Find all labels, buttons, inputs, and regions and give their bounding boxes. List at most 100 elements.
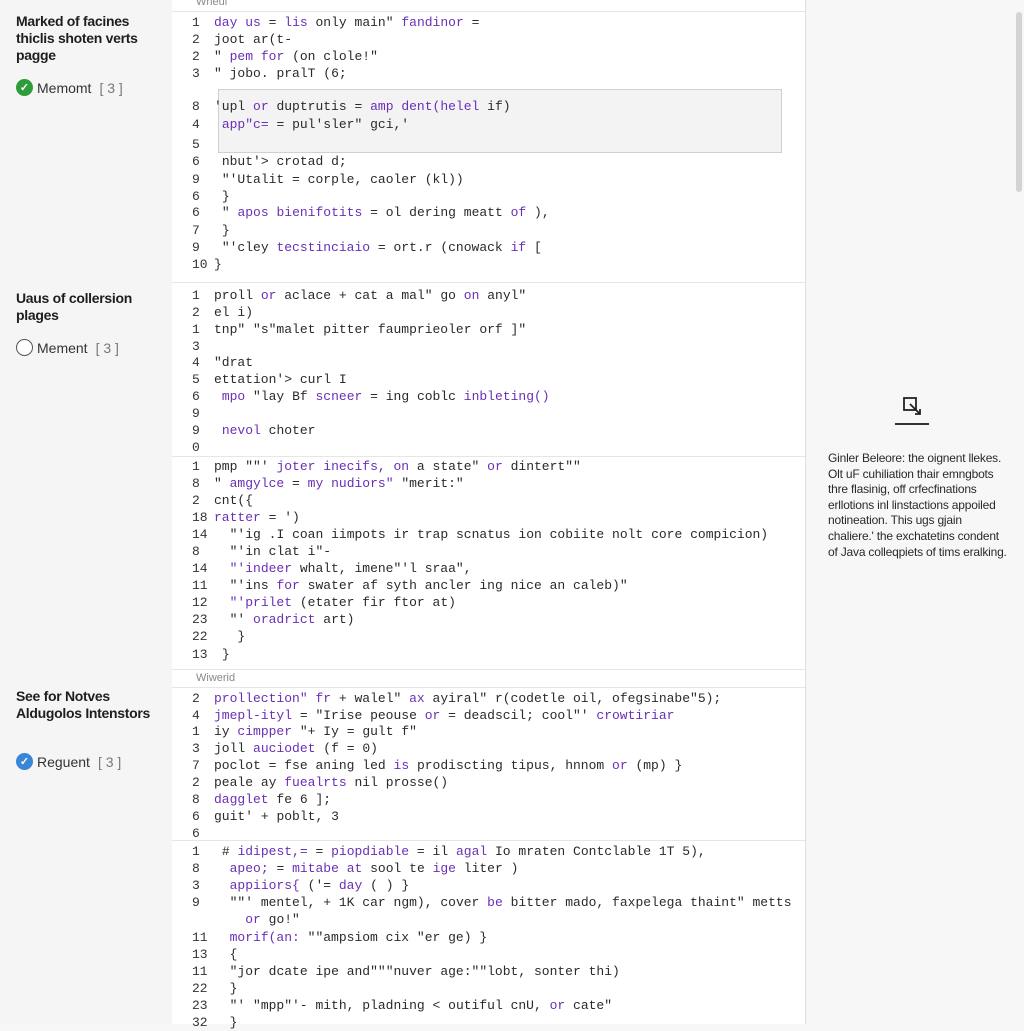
- code-text: 'upl or duptrutis = amp dent(helel if): [214, 99, 511, 114]
- code-text: "'indeer whalt, imene"'l sraa",: [229, 561, 472, 576]
- line-number: 1: [192, 724, 200, 739]
- line-number: 9: [192, 895, 200, 910]
- line-number: 8: [192, 99, 200, 114]
- divider: [172, 840, 805, 841]
- status-count: [ 3 ]: [99, 79, 123, 96]
- code-text: day us = lis only main" fandinor =: [214, 15, 480, 30]
- code-text: " jobo. pralT (6;: [214, 66, 347, 81]
- code-text: "' "mpp"'- mith, pladning < outiful cnU,…: [229, 998, 613, 1013]
- line-number: 1: [192, 844, 200, 859]
- status-mement[interactable]: Mement [ 3 ]: [16, 339, 119, 356]
- line-number: 22: [192, 629, 208, 644]
- line-number: 22: [192, 981, 208, 996]
- code-text: app"c= = pul'sler" gci,': [221, 117, 410, 132]
- divider: [172, 11, 805, 12]
- line-number: 8: [192, 544, 200, 559]
- line-number: 1: [192, 15, 200, 30]
- line-number: 1: [192, 322, 200, 337]
- line-number: 13: [192, 647, 208, 662]
- code-text: prollection" fr + walel" ax ayiral" r(co…: [214, 691, 722, 706]
- edit-icon-svg: [903, 397, 921, 415]
- line-number: 8: [192, 861, 200, 876]
- code-text: ratter = '): [214, 510, 300, 525]
- code-text: {: [229, 947, 238, 962]
- code-text: "'cley tecstinciaio = ort.r (cnowack if …: [221, 240, 542, 255]
- line-number: 11: [192, 964, 208, 979]
- status-label: Mement: [37, 339, 88, 356]
- line-number: 6: [192, 389, 200, 404]
- code-text: }: [221, 223, 230, 238]
- code-text: "'in clat i"-: [229, 544, 332, 559]
- block-label: Wheui: [196, 0, 228, 8]
- line-number: 1: [192, 288, 200, 303]
- code-text: morif(an: ""ampsiom cix "er ge) }: [229, 930, 488, 945]
- code-text: }: [221, 189, 230, 204]
- status-reguent[interactable]: ✓ Reguent [ 3 ]: [16, 753, 121, 770]
- line-number: 9: [192, 172, 200, 187]
- line-number: 7: [192, 223, 200, 238]
- code-text: joll auciodet (f = 0): [214, 741, 378, 756]
- line-number: 23: [192, 998, 208, 1013]
- line-number: 6: [192, 826, 200, 841]
- line-number: 6: [192, 154, 200, 169]
- code-text: cnt({: [214, 493, 254, 508]
- line-number: 2: [192, 775, 200, 790]
- line-number: 6: [192, 189, 200, 204]
- line-number: 23: [192, 612, 208, 627]
- line-number: 5: [192, 137, 200, 152]
- check-circle-icon: ✓: [16, 79, 33, 96]
- code-text: nbut'> crotad d;: [221, 154, 347, 169]
- empty-circle-icon: [16, 339, 33, 356]
- code-text: "'prilet (etater fir ftor at): [229, 595, 456, 610]
- line-number: 3: [192, 878, 200, 893]
- sidebar: Marked of facines thiclis shoten verts p…: [0, 0, 173, 1024]
- scrollbar[interactable]: [1016, 12, 1022, 192]
- status-count: [ 3 ]: [95, 339, 119, 356]
- line-number: 9: [192, 406, 200, 421]
- line-number: 7: [192, 758, 200, 773]
- status-memomt[interactable]: ✓ Memomt [ 3 ]: [16, 79, 123, 96]
- code-text: peale ay fuealrts nil prosse(): [214, 775, 449, 790]
- line-number: 4: [192, 355, 200, 370]
- code-text: el i): [214, 305, 254, 320]
- line-number: 2: [192, 32, 200, 47]
- divider: [172, 687, 805, 688]
- code-text: " amgylce = my nudiors" "merit:": [214, 476, 464, 491]
- divider: [172, 456, 805, 457]
- code-text: jmepl-ityl = "Irise peouse or = deadscil…: [214, 708, 675, 723]
- line-number: 6: [192, 809, 200, 824]
- code-text: appiiors{ ('= day ( ) }: [229, 878, 410, 893]
- line-number: 8: [192, 792, 200, 807]
- code-text: "' oradrict art): [229, 612, 355, 627]
- line-number: 2: [192, 49, 200, 64]
- code-text: tnp" "s"malet pitter faumprieoler orf ]": [214, 322, 527, 337]
- line-number: 14: [192, 561, 208, 576]
- line-number: 18: [192, 510, 208, 525]
- code-text: "'Utalit = corple, caoler (kl)): [221, 172, 464, 187]
- code-text: joot ar(t-: [214, 32, 293, 47]
- edit-icon[interactable]: [899, 394, 925, 418]
- code-text: "drat: [214, 355, 254, 370]
- status-label: Memomt: [37, 79, 92, 96]
- code-text: mpo "lay Bf scneer = ing coblc inbleting…: [221, 389, 550, 404]
- code-panel[interactable]: Wheui Wiwerid 1 day us = lis only main" f…: [172, 0, 806, 1030]
- line-number: 12: [192, 595, 208, 610]
- divider: [172, 282, 805, 283]
- line-number: 2: [192, 691, 200, 706]
- status-label: Reguent: [37, 753, 90, 770]
- line-number: 32: [192, 1015, 208, 1030]
- code-text: poclot = fse aning led is prodiscting ti…: [214, 758, 683, 773]
- line-number: 6: [192, 205, 200, 220]
- code-text: }: [221, 647, 230, 662]
- line-number: 3: [192, 741, 200, 756]
- line-number: 11: [192, 578, 208, 593]
- code-text: }: [229, 1015, 238, 1030]
- line-number: 13: [192, 947, 208, 962]
- code-text: guit' + poblt, 3: [214, 809, 339, 824]
- code-text: pmp ""' joter inecifs, on a state" or di…: [214, 459, 581, 474]
- code-text: ettation'> curl I: [214, 372, 347, 387]
- line-number: 2: [192, 493, 200, 508]
- side-note: Ginler Beleore: the oignent llekes. Olt …: [828, 451, 1007, 559]
- code-text: "jor dcate ipe and"""nuver age:""lobt, s…: [229, 964, 620, 979]
- code-text: "'ig .I coan iimpots ir trap scnatus ion…: [229, 527, 769, 542]
